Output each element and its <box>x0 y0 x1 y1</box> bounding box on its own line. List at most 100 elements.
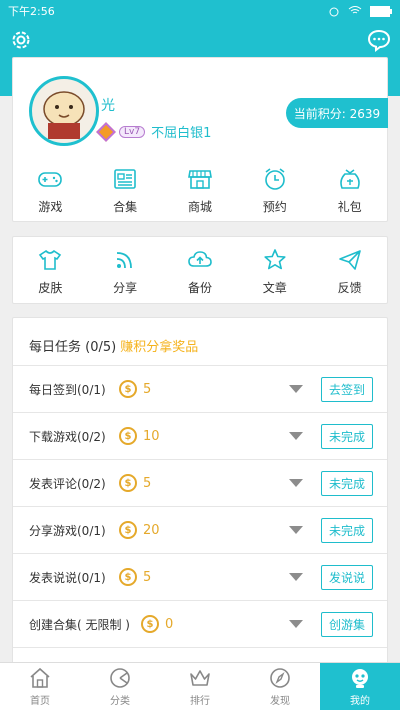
task-row: 下载游戏(0/2) $ 10 未完成 <box>13 413 387 460</box>
menu-item-label: 合集 <box>113 200 138 214</box>
task-row: 分享游戏(0/1) $ 20 未完成 <box>13 507 387 554</box>
tab-label: 首页 <box>30 696 50 707</box>
category-icon <box>110 668 130 688</box>
task-name: 发表说说(0/1) <box>29 570 106 585</box>
task-name: 发表评论(0/2) <box>29 476 106 491</box>
tool-item-label: 分享 <box>113 281 138 295</box>
collection-icon <box>114 169 136 189</box>
task-action-button[interactable]: 去签到 <box>321 376 373 402</box>
menu-item-gift[interactable]: 礼包 <box>320 166 380 215</box>
task-row: 每日签到(0/1) $ 5 去签到 <box>13 366 387 413</box>
alarm-clock-icon <box>264 168 285 190</box>
paper-plane-icon <box>338 250 361 270</box>
tool-item-skin[interactable]: 皮肤 <box>20 247 80 296</box>
wifi-status-icon <box>348 6 362 14</box>
battery-status-icon <box>370 5 392 17</box>
message-bubble-icon[interactable] <box>367 28 391 52</box>
tab-label: 发现 <box>270 696 290 707</box>
status-icons <box>328 5 392 17</box>
gamepad-icon <box>38 172 63 187</box>
tool-item-article[interactable]: 文章 <box>245 247 305 296</box>
tool-item-label: 备份 <box>187 281 212 295</box>
compass-icon <box>270 668 290 688</box>
coin-icon: $ <box>119 474 137 492</box>
expand-arrow-icon[interactable] <box>289 432 303 440</box>
star-icon <box>264 249 286 270</box>
menu-item-label: 游戏 <box>38 200 63 214</box>
task-action-button[interactable]: 创游集 <box>321 611 373 637</box>
alarm-status-icon <box>329 7 339 17</box>
daily-tasks-promo: 赚积分拿奖品 <box>120 340 199 355</box>
menu-item-games[interactable]: 游戏 <box>20 166 80 215</box>
menu-item-collection[interactable]: 合集 <box>95 166 155 215</box>
tool-item-backup[interactable]: 备份 <box>170 247 230 296</box>
tools-menu: 皮肤 分享 备份 文章 反馈 <box>13 247 387 296</box>
expand-arrow-icon[interactable] <box>289 620 303 628</box>
rank-title[interactable]: 不屈白银1 <box>151 122 211 141</box>
tab-label: 分类 <box>110 696 130 707</box>
bottom-tab-bar: 首页 分类 排行 发现 我的 <box>0 662 400 710</box>
tool-item-feedback[interactable]: 反馈 <box>320 247 380 296</box>
task-action-button[interactable]: 未完成 <box>321 517 373 543</box>
tab-home[interactable]: 首页 <box>0 663 80 710</box>
home-icon <box>30 667 50 688</box>
coin-icon: $ <box>141 615 159 633</box>
tools-card: 皮肤 分享 备份 文章 反馈 <box>12 236 388 304</box>
avatar[interactable] <box>29 76 99 146</box>
daily-tasks-title: 每日任务 (0/5) <box>29 340 117 355</box>
menu-item-label: 礼包 <box>337 200 362 214</box>
task-reward: 5 <box>143 381 152 397</box>
tab-category[interactable]: 分类 <box>80 663 160 710</box>
points-pill[interactable]: 当前积分: 2639 <box>286 98 388 128</box>
task-reward: 5 <box>143 475 152 491</box>
menu-item-label: 商城 <box>187 200 212 214</box>
level-badge-row: Lv7 不屈白银1 <box>96 121 211 142</box>
tool-item-label: 反馈 <box>337 281 362 295</box>
store-icon <box>188 170 212 189</box>
task-name: 下载游戏(0/2) <box>29 429 106 444</box>
tab-mine[interactable]: 我的 <box>320 663 400 710</box>
crown-icon <box>190 670 210 686</box>
menu-item-reservation[interactable]: 预约 <box>245 166 305 215</box>
expand-arrow-icon[interactable] <box>289 573 303 581</box>
cloud-upload-icon <box>188 251 212 267</box>
coin-icon: $ <box>119 380 137 398</box>
task-action-button[interactable]: 发说说 <box>321 564 373 590</box>
task-reward: 20 <box>143 522 160 538</box>
profile-menu: 游戏 合集 商城 预约 礼包 <box>13 166 387 215</box>
tshirt-icon <box>39 249 62 270</box>
settings-gear-icon[interactable] <box>9 28 33 52</box>
level-badge: Lv7 <box>119 125 146 138</box>
expand-arrow-icon[interactable] <box>289 385 303 393</box>
tab-discover[interactable]: 发现 <box>240 663 320 710</box>
daily-tasks-header: 每日任务 (0/5) 赚积分拿奖品 <box>13 318 387 366</box>
expand-arrow-icon[interactable] <box>289 526 303 534</box>
tool-item-label: 文章 <box>262 281 287 295</box>
tool-item-label: 皮肤 <box>38 281 63 295</box>
menu-item-label: 预约 <box>262 200 287 214</box>
rss-icon <box>117 252 133 269</box>
task-name: 分享游戏(0/1) <box>29 523 106 538</box>
gift-bag-icon <box>339 169 360 189</box>
task-reward: 10 <box>143 428 160 444</box>
expand-arrow-icon[interactable] <box>289 479 303 487</box>
task-name: 每日签到(0/1) <box>29 382 106 397</box>
tab-label: 我的 <box>350 696 370 707</box>
profile-icon <box>352 669 368 688</box>
daily-tasks-card: 每日任务 (0/5) 赚积分拿奖品 每日签到(0/1) $ 5 去签到 下载游戏(… <box>12 317 388 677</box>
task-action-button[interactable]: 未完成 <box>321 423 373 449</box>
coin-icon: $ <box>119 427 137 445</box>
status-bar: 下午2:56 <box>0 0 400 22</box>
task-reward: 5 <box>143 569 152 585</box>
status-time: 下午2:56 <box>8 5 55 18</box>
task-action-button[interactable]: 未完成 <box>321 470 373 496</box>
tab-ranking[interactable]: 排行 <box>160 663 240 710</box>
task-reward: 0 <box>165 616 174 632</box>
task-row: 发表评论(0/2) $ 5 未完成 <box>13 460 387 507</box>
tool-item-share[interactable]: 分享 <box>95 247 155 296</box>
menu-item-store[interactable]: 商城 <box>170 166 230 215</box>
username: 光 <box>101 98 115 114</box>
profile-card: 光 Lv7 不屈白银1 当前积分: 2639 游戏 合集 商城 预约 礼包 <box>12 57 388 222</box>
task-row: 创建合集( 无限制 ) $ 0 创游集 <box>13 601 387 648</box>
tab-label: 排行 <box>190 696 210 707</box>
